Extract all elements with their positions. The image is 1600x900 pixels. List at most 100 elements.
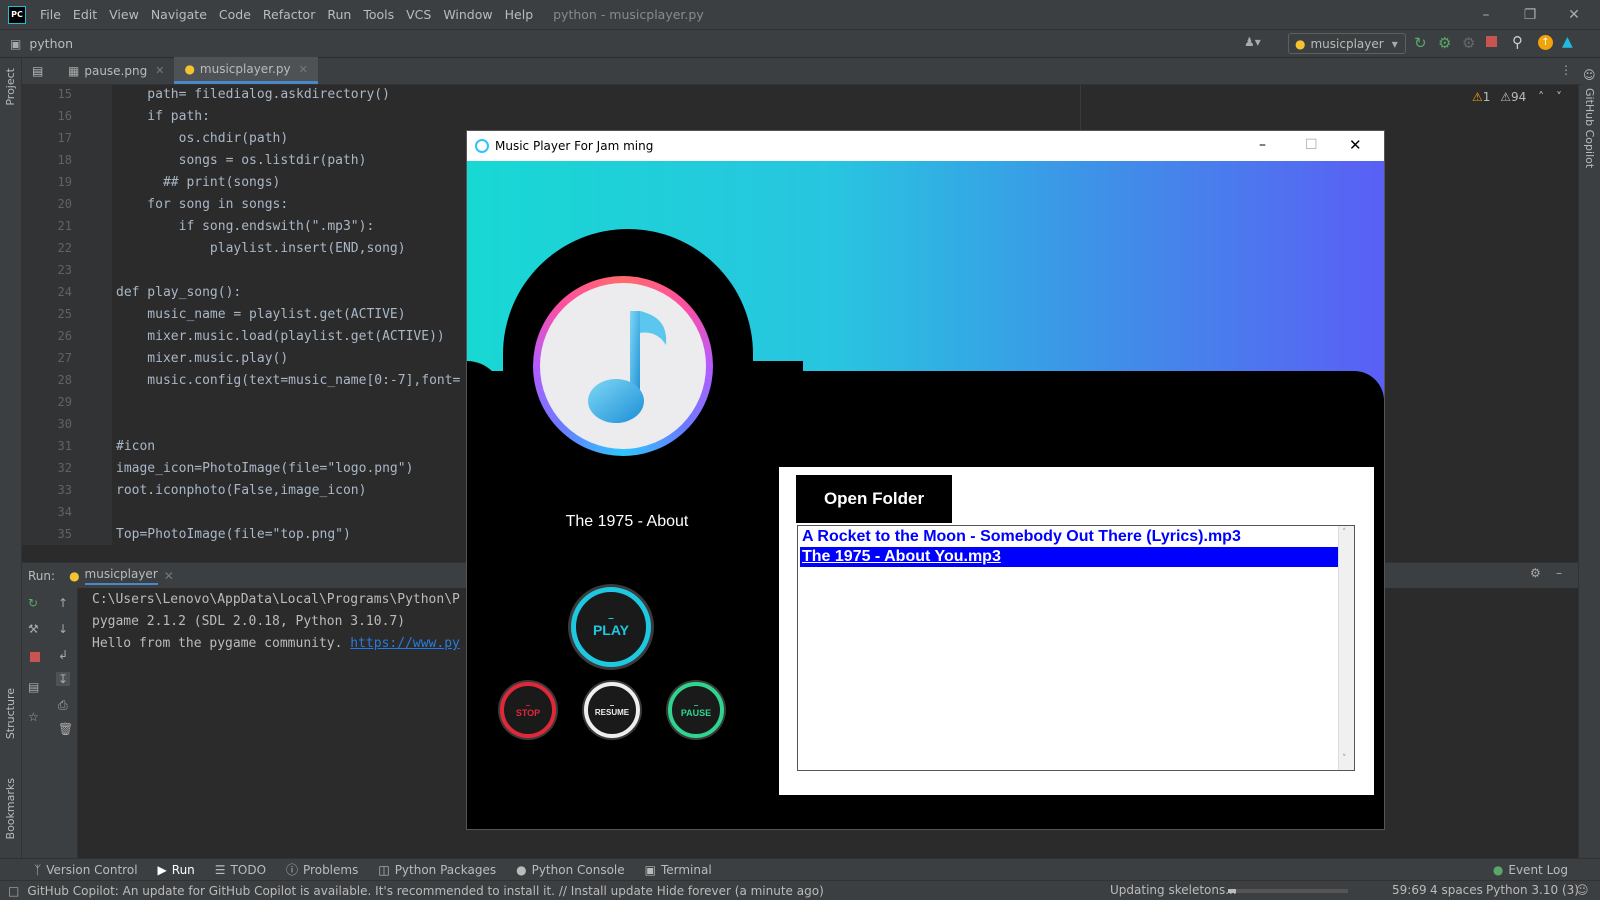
playlist-listbox[interactable]: A Rocket to the Moon - Somebody Out Ther… [797,525,1355,771]
debug-icon[interactable]: ⚙ [1438,34,1451,52]
pin-icon[interactable]: ☆ [28,710,39,724]
menu-file[interactable]: File [34,7,67,22]
gear-icon[interactable]: ⚙ [1530,566,1541,580]
code-line[interactable]: ## print(songs) [116,172,280,194]
run-tab-musicplayer[interactable]: musicplayer [84,567,158,585]
bookmarks-tool[interactable]: Bookmarks [4,778,17,839]
python-icon: ● [516,862,527,877]
playlist-item-selected[interactable]: The 1975 - About You.mp3 [800,547,1338,567]
tab-menu-icon[interactable]: ▤ [22,57,58,84]
copilot-tool[interactable]: GitHub Copilot [1583,88,1596,168]
terminal-tool[interactable]: ▣ Terminal [635,863,722,877]
menu-vcs[interactable]: VCS [400,7,437,22]
chevron-down-icon[interactable]: ˅ [1556,90,1562,104]
task-progress-bar [1228,889,1348,893]
coverage-icon[interactable]: ⚙ [1462,34,1475,52]
stop-icon[interactable] [1486,36,1497,47]
menu-navigate[interactable]: Navigate [145,7,213,22]
close-tab-icon[interactable]: ✕ [155,64,164,77]
resume-button[interactable]: – RESUME [584,682,640,738]
code-line[interactable]: for song in songs: [116,194,288,216]
caret-position[interactable]: 59:69 [1392,883,1427,897]
scroll-up-icon[interactable]: ˄ [1342,528,1347,538]
code-line[interactable]: if song.endswith(".mp3"): [116,216,375,238]
breadcrumb-project[interactable]: python [29,36,73,51]
arrow-down-icon[interactable]: ↓ [58,622,68,636]
code-line[interactable]: songs = os.listdir(path) [116,150,367,172]
run-config-selector[interactable]: ● musicplayer ▾ [1288,33,1406,54]
status-message[interactable]: GitHub Copilot: An update for GitHub Cop… [27,884,823,898]
chevron-up-icon[interactable]: ˄ [1538,90,1544,104]
menu-edit[interactable]: Edit [67,7,103,22]
open-folder-button[interactable]: Open Folder [796,475,952,523]
code-line[interactable]: #icon [116,436,155,458]
jetbrains-icon[interactable]: ▲ [1562,34,1573,50]
status-toggle-icon[interactable]: □ [8,884,19,898]
rerun-icon[interactable]: ↻ [28,596,38,610]
arrow-up-icon[interactable]: ↑ [58,596,68,610]
problems-tool[interactable]: ⓘ Problems [276,861,368,878]
code-line[interactable]: if path: [116,106,210,128]
playlist-item[interactable]: A Rocket to the Moon - Somebody Out Ther… [800,527,1338,547]
console-link[interactable]: https://www.py [350,636,460,651]
hide-icon[interactable]: – [1556,566,1562,580]
rerun-icon[interactable]: ↻ [1414,34,1427,52]
code-line[interactable]: os.chdir(path) [116,128,289,150]
run-tool[interactable]: ▶ Run [148,863,205,877]
copilot-status-icon[interactable]: ☺ [1576,883,1589,897]
structure-tool[interactable]: Structure [4,688,17,739]
wrench-icon[interactable]: ⚒ [28,622,39,636]
code-line[interactable]: Top=PhotoImage(file="top.png") [116,524,351,546]
stop-icon[interactable] [30,652,40,662]
code-line[interactable]: image_icon=PhotoImage(file="logo.png") [116,458,413,480]
user-icon[interactable]: ♟▾ [1244,35,1261,49]
code-line[interactable]: music_name = playlist.get(ACTIVE) [116,304,405,326]
version-control-tool[interactable]: ᛉ Version Control [24,863,148,877]
menu-window[interactable]: Window [437,7,498,22]
interpreter-setting[interactable]: Python 3.10 (3) [1486,883,1579,897]
close-icon[interactable]: ✕ [1552,0,1596,29]
menu-run[interactable]: Run [321,7,357,22]
code-line[interactable]: path= filedialog.askdirectory() [116,84,390,106]
todo-tool[interactable]: ☰ TODO [205,863,276,877]
code-line[interactable]: def play_song(): [116,282,241,304]
close-icon[interactable]: ✕ [1349,136,1362,154]
menu-code[interactable]: Code [213,7,257,22]
stop-button[interactable]: – STOP [500,682,556,738]
code-line[interactable]: mixer.music.load(playlist.get(ACTIVE)) [116,326,444,348]
minimize-icon[interactable]: – [1259,137,1266,153]
project-tool[interactable]: Project [4,68,17,106]
soft-wrap-icon[interactable]: ↲ [58,648,68,662]
restore-icon[interactable]: ❐ [1508,0,1552,29]
python-packages-tool[interactable]: ◫ Python Packages [368,863,506,877]
scroll-down-icon[interactable]: ˅ [1342,754,1347,764]
close-tab-icon[interactable]: ✕ [164,569,174,583]
code-line[interactable]: root.iconphoto(False,image_icon) [116,480,366,502]
event-log-tool[interactable]: ● Event Log [1483,863,1578,877]
menu-help[interactable]: Help [499,7,540,22]
play-button[interactable]: – PLAY [571,587,651,667]
menu-refactor[interactable]: Refactor [257,7,321,22]
search-icon[interactable]: ⚲ [1512,33,1523,51]
scroll-to-end-icon[interactable]: ↧ [56,672,71,686]
inspection-widget[interactable]: ⚠1 ⚠94 ˄ ˅ [1472,90,1562,104]
code-line[interactable]: playlist.insert(END,song) [116,238,406,260]
minimize-icon[interactable]: – [1464,0,1508,29]
code-line[interactable]: music.config(text=music_name[0:-7],font= [116,370,460,392]
tab-pause-png[interactable]: ▦ pause.png ✕ [58,57,174,84]
menu-tools[interactable]: Tools [357,7,400,22]
layout-icon[interactable]: ▤ [28,680,39,694]
maximize-icon[interactable]: ☐ [1305,137,1318,153]
python-console-tool[interactable]: ● Python Console [506,863,635,877]
menu-view[interactable]: View [103,7,145,22]
indent-setting[interactable]: 4 spaces [1430,883,1483,897]
code-line[interactable]: mixer.music.play() [116,348,288,370]
update-icon[interactable]: ↑ [1538,35,1553,50]
print-icon[interactable]: ⎙ [58,698,68,713]
trash-icon[interactable]: 🗑 [58,722,73,736]
more-options-icon[interactable]: ⋮ [1560,63,1572,77]
close-tab-icon[interactable]: ✕ [299,63,308,76]
playlist-scrollbar[interactable]: ˄ ˅ [1338,526,1354,770]
pause-button[interactable]: – PAUSE [668,682,724,738]
tab-musicplayer-py[interactable]: ● musicplayer.py ✕ [174,57,318,84]
